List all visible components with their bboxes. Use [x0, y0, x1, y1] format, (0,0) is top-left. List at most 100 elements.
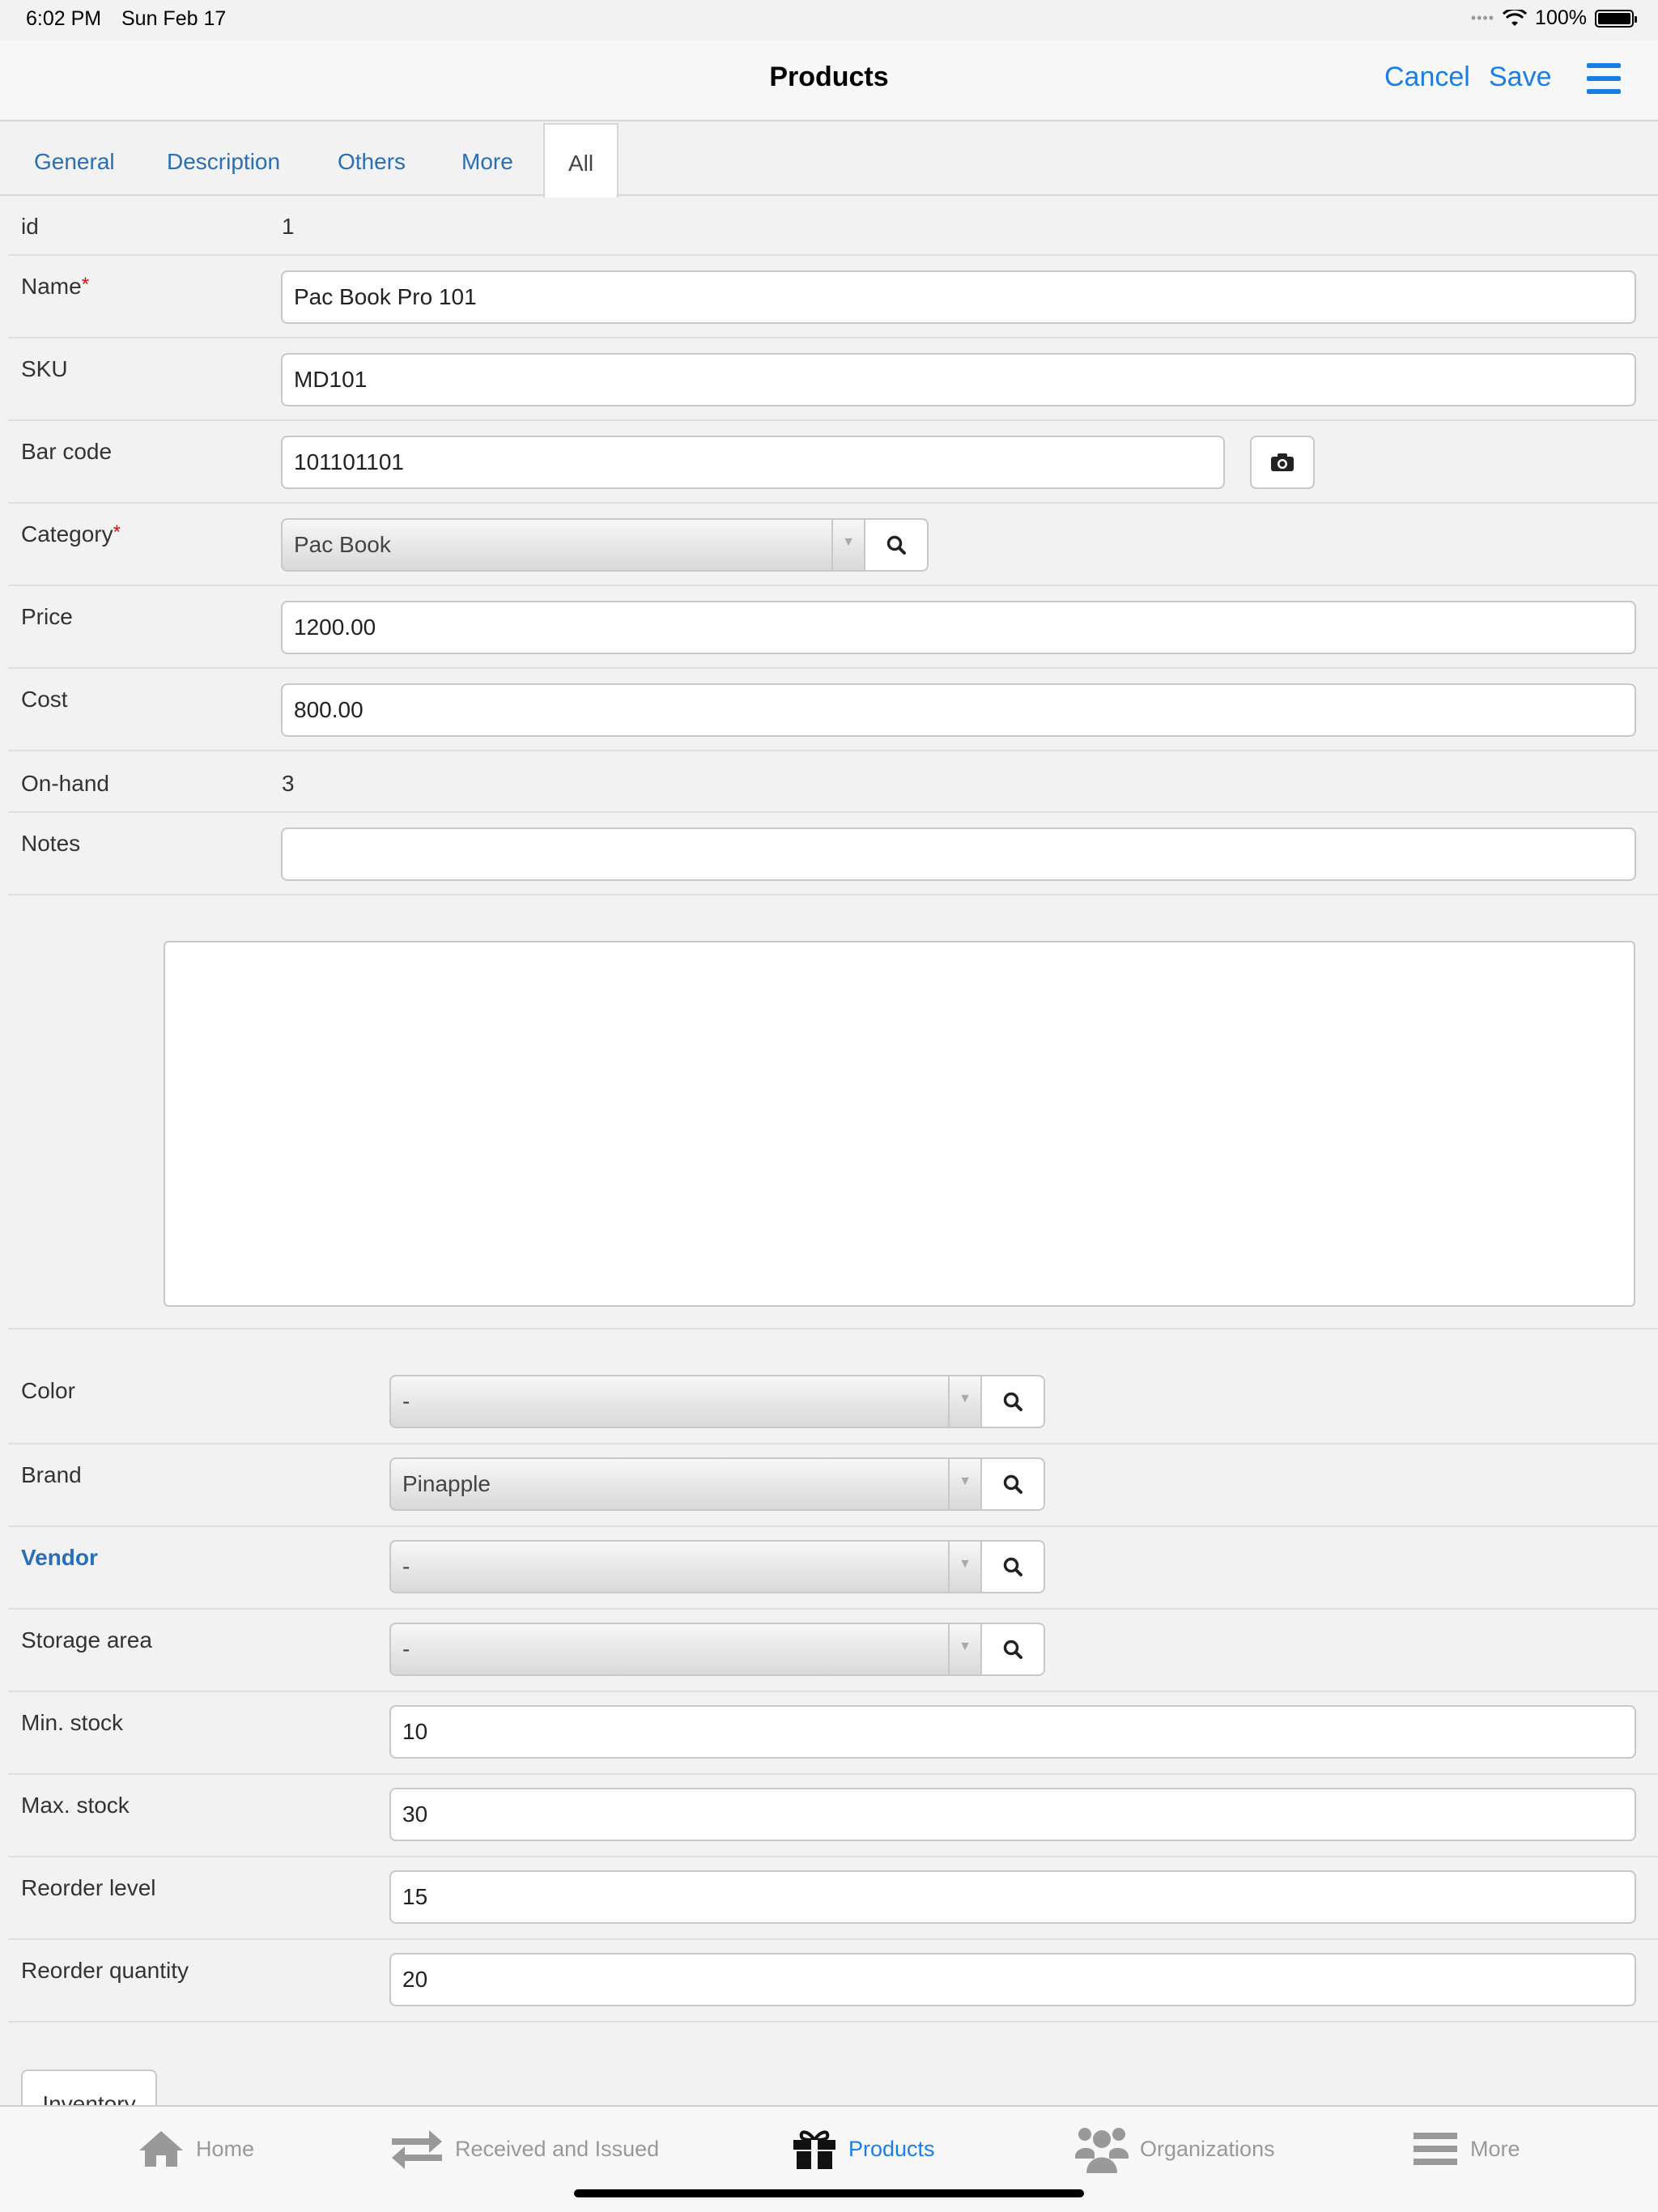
status-indicators: •••• 100%: [1470, 6, 1637, 30]
tab-bar: General Description Others More All: [0, 123, 1658, 198]
chevron-down-icon: ▼: [948, 1542, 980, 1592]
reorder-qty-input[interactable]: 20: [389, 1953, 1636, 2006]
chevron-down-icon: ▼: [948, 1624, 980, 1674]
category-select[interactable]: Pac Book ▼: [281, 518, 865, 572]
form-row-brand: Brand Pinapple ▼: [8, 1444, 1658, 1527]
id-value: 1: [282, 214, 295, 239]
form-row-storage: Storage area - ▼: [8, 1610, 1658, 1692]
tabbar-item-more[interactable]: More: [1412, 2125, 1520, 2173]
tab-all[interactable]: All: [543, 123, 619, 198]
home-icon: [139, 2131, 183, 2167]
category-search-button[interactable]: [865, 518, 929, 572]
form-row-reorder-qty: Reorder quantity 20: [8, 1940, 1658, 2023]
scan-barcode-button[interactable]: [1250, 436, 1315, 489]
vendor-search-button[interactable]: [982, 1540, 1045, 1593]
form-row-color: Color - ▼: [8, 1329, 1658, 1444]
name-label: Name: [21, 274, 82, 299]
camera-icon: [1271, 453, 1294, 471]
name-input[interactable]: Pac Book Pro 101: [281, 270, 1636, 324]
min-stock-label: Min. stock: [21, 1710, 124, 1735]
form-row-id: id 1: [8, 196, 1658, 256]
tabbar-item-home[interactable]: Home: [138, 2125, 254, 2173]
brand-value: Pinapple: [402, 1471, 491, 1496]
notes-textarea[interactable]: [164, 941, 1635, 1307]
tabbar-label-organizations: Organizations: [1140, 2136, 1275, 2161]
transfer-arrows-icon: [392, 2130, 442, 2169]
onhand-label: On-hand: [21, 771, 109, 796]
brand-select[interactable]: Pinapple ▼: [389, 1457, 982, 1511]
category-label: Category: [21, 521, 113, 547]
tab-general[interactable]: General: [34, 123, 115, 196]
users-icon: [1075, 2128, 1129, 2173]
tab-others[interactable]: Others: [338, 123, 406, 196]
reorder-level-input[interactable]: 15: [389, 1870, 1636, 1924]
vendor-link[interactable]: Vendor: [21, 1545, 98, 1571]
color-value: -: [402, 1389, 410, 1414]
sku-input[interactable]: MD101: [281, 353, 1636, 406]
tabbar-label-more: More: [1470, 2136, 1520, 2161]
search-icon: [1003, 1392, 1022, 1411]
category-label-wrap: Category*: [21, 521, 121, 547]
form-row-onhand: On-hand 3: [8, 751, 1658, 813]
tabbar-label-home: Home: [196, 2136, 255, 2161]
color-select[interactable]: - ▼: [389, 1375, 982, 1428]
id-label: id: [21, 214, 39, 239]
home-indicator: [574, 2189, 1084, 2197]
chevron-down-icon: ▼: [831, 520, 864, 570]
cancel-button[interactable]: Cancel: [1384, 62, 1470, 93]
chevron-down-icon: ▼: [948, 1376, 980, 1427]
form-row-vendor: Vendor - ▼: [8, 1527, 1658, 1610]
tabbar-item-organizations[interactable]: Organizations: [1075, 2125, 1275, 2173]
brand-label: Brand: [21, 1462, 82, 1487]
vendor-select[interactable]: - ▼: [389, 1540, 982, 1593]
color-label: Color: [21, 1378, 75, 1403]
required-marker: *: [81, 274, 90, 296]
barcode-label: Bar code: [21, 439, 113, 464]
max-stock-input[interactable]: 30: [389, 1788, 1636, 1841]
tab-description[interactable]: Description: [167, 123, 280, 196]
vendor-value: -: [402, 1554, 410, 1579]
storage-label: Storage area: [21, 1627, 152, 1653]
tabbar-label-received-issued: Received and Issued: [455, 2136, 660, 2161]
chevron-down-icon: ▼: [948, 1459, 980, 1509]
storage-value: -: [402, 1636, 410, 1661]
menu-icon: [1414, 2133, 1457, 2165]
tabbar-item-products[interactable]: Products: [792, 2125, 935, 2173]
notes-input[interactable]: [281, 827, 1636, 881]
battery-icon: [1595, 9, 1637, 28]
storage-select[interactable]: - ▼: [389, 1623, 982, 1676]
storage-search-button[interactable]: [982, 1623, 1045, 1676]
form-row-category: Category* Pac Book ▼: [8, 504, 1658, 586]
form-row-price: Price 1200.00: [8, 586, 1658, 669]
search-icon: [1003, 1474, 1022, 1494]
save-button[interactable]: Save: [1489, 62, 1552, 93]
form-row-min-stock: Min. stock 10: [8, 1692, 1658, 1775]
color-search-button[interactable]: [982, 1375, 1045, 1428]
sku-label: SKU: [21, 356, 68, 381]
form-row-notes: Notes: [8, 813, 1658, 895]
form-row-sku: SKU MD101: [8, 338, 1658, 421]
name-label-wrap: Name*: [21, 274, 89, 300]
tabbar-item-received-issued[interactable]: Received and Issued: [390, 2125, 659, 2173]
form-row-max-stock: Max. stock 30: [8, 1775, 1658, 1857]
navigation-bar: Products Cancel Save: [0, 40, 1658, 121]
signal-dots-icon: ••••: [1470, 10, 1495, 26]
barcode-input[interactable]: 101101101: [281, 436, 1225, 489]
price-input[interactable]: 1200.00: [281, 601, 1636, 654]
form-row-name: Name* Pac Book Pro 101: [8, 256, 1658, 338]
onhand-value: 3: [282, 771, 295, 796]
search-icon: [1003, 1640, 1022, 1659]
tab-more[interactable]: More: [461, 123, 513, 196]
status-date: Sun Feb 17: [121, 7, 227, 30]
notes-label: Notes: [21, 831, 81, 856]
brand-search-button[interactable]: [982, 1457, 1045, 1511]
cost-input[interactable]: 800.00: [281, 683, 1636, 737]
gift-icon: [793, 2130, 835, 2169]
min-stock-input[interactable]: 10: [389, 1705, 1636, 1759]
cost-label: Cost: [21, 687, 68, 712]
battery-percent: 100%: [1535, 6, 1587, 29]
search-icon: [1003, 1557, 1022, 1576]
hamburger-menu-icon[interactable]: [1587, 63, 1621, 96]
wifi-icon: [1503, 9, 1528, 26]
form-row-reorder-level: Reorder level 15: [8, 1857, 1658, 1940]
